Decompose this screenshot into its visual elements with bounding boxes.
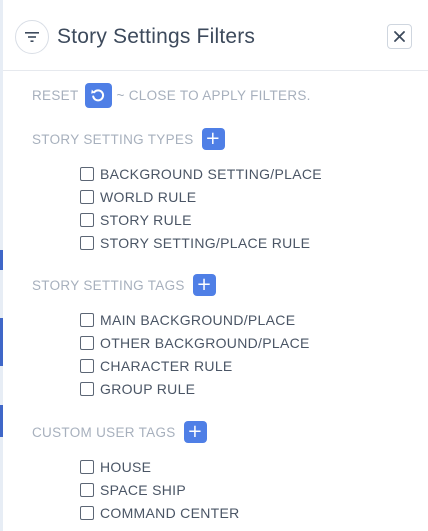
checkbox-label: GROUP RULE [100,380,196,397]
section-title-custom-user-tags: CUSTOM USER TAGS + [32,420,207,444]
checkbox-label: STORY SETTING/PLACE RULE [100,234,311,251]
filter-hint: RESET ~ CLOSE TO APPLY FILTERS. [32,82,311,108]
filter-icon [25,32,39,42]
checkbox[interactable] [80,335,94,350]
list-item[interactable]: MAIN BACKGROUND/PLACE [80,308,310,331]
section-title-label: STORY SETTING TYPES [32,131,194,147]
undo-icon [91,89,105,102]
checkbox-label: SPACE SHIP [100,481,186,498]
apply-instruction: ~ CLOSE TO APPLY FILTERS. [116,87,311,103]
list-item[interactable]: SPACE SHIP [80,478,240,501]
filters-panel: Story Settings Filters RESET ~ CLOSE TO … [3,0,428,531]
checkbox[interactable] [80,189,94,204]
list-item[interactable]: STORY RULE [80,208,322,231]
checkbox[interactable] [80,312,94,327]
checkbox[interactable] [80,358,94,373]
list-item[interactable]: COMMAND CENTER [80,501,240,524]
checkbox-label: COMMAND CENTER [100,504,240,521]
list-item[interactable]: WORLD RULE [80,185,322,208]
list-item[interactable]: CHARACTER RULE [80,354,310,377]
list-item[interactable]: OTHER BACKGROUND/PLACE [80,331,310,354]
checkbox-label: OTHER BACKGROUND/PLACE [100,334,310,351]
filter-toggle-button[interactable] [15,20,49,54]
add-setting-type-button[interactable]: + [201,128,225,150]
checkbox-label: CHARACTER RULE [100,357,233,374]
checkbox-label: STORY RULE [100,211,192,228]
checkbox[interactable] [80,505,94,520]
checkbox-label: MAIN BACKGROUND/PLACE [100,311,296,328]
list-item[interactable]: BACKGROUND SETTING/PLACE [80,162,322,185]
add-custom-tag-button[interactable]: + [183,421,207,443]
checkbox-label: WORLD RULE [100,188,197,205]
setting-types-list: BACKGROUND SETTING/PLACE WORLD RULE STOR… [80,162,322,254]
checkbox[interactable] [80,482,94,497]
checkbox[interactable] [80,459,94,474]
section-title-label: CUSTOM USER TAGS [32,424,176,440]
section-title-setting-types: STORY SETTING TYPES + [32,127,225,151]
custom-user-tags-list: HOUSE SPACE SHIP COMMAND CENTER [80,455,240,524]
page-title: Story Settings Filters [57,25,256,48]
checkbox-label: BACKGROUND SETTING/PLACE [100,165,322,182]
setting-tags-list: MAIN BACKGROUND/PLACE OTHER BACKGROUND/P… [80,308,310,400]
reset-label: RESET [32,87,79,103]
checkbox[interactable] [80,235,94,250]
close-button[interactable] [387,24,412,49]
list-item[interactable]: GROUP RULE [80,377,310,400]
list-item[interactable]: STORY SETTING/PLACE RULE [80,231,322,254]
checkbox-label: HOUSE [100,458,152,475]
reset-button[interactable] [84,82,112,108]
checkbox[interactable] [80,212,94,227]
close-icon [394,31,405,42]
checkbox[interactable] [80,381,94,396]
section-title-setting-tags: STORY SETTING TAGS + [32,273,216,297]
add-setting-tag-button[interactable]: + [192,274,216,296]
panel-header: Story Settings Filters [3,0,428,71]
checkbox[interactable] [80,166,94,181]
section-title-label: STORY SETTING TAGS [32,277,185,293]
list-item[interactable]: HOUSE [80,455,240,478]
